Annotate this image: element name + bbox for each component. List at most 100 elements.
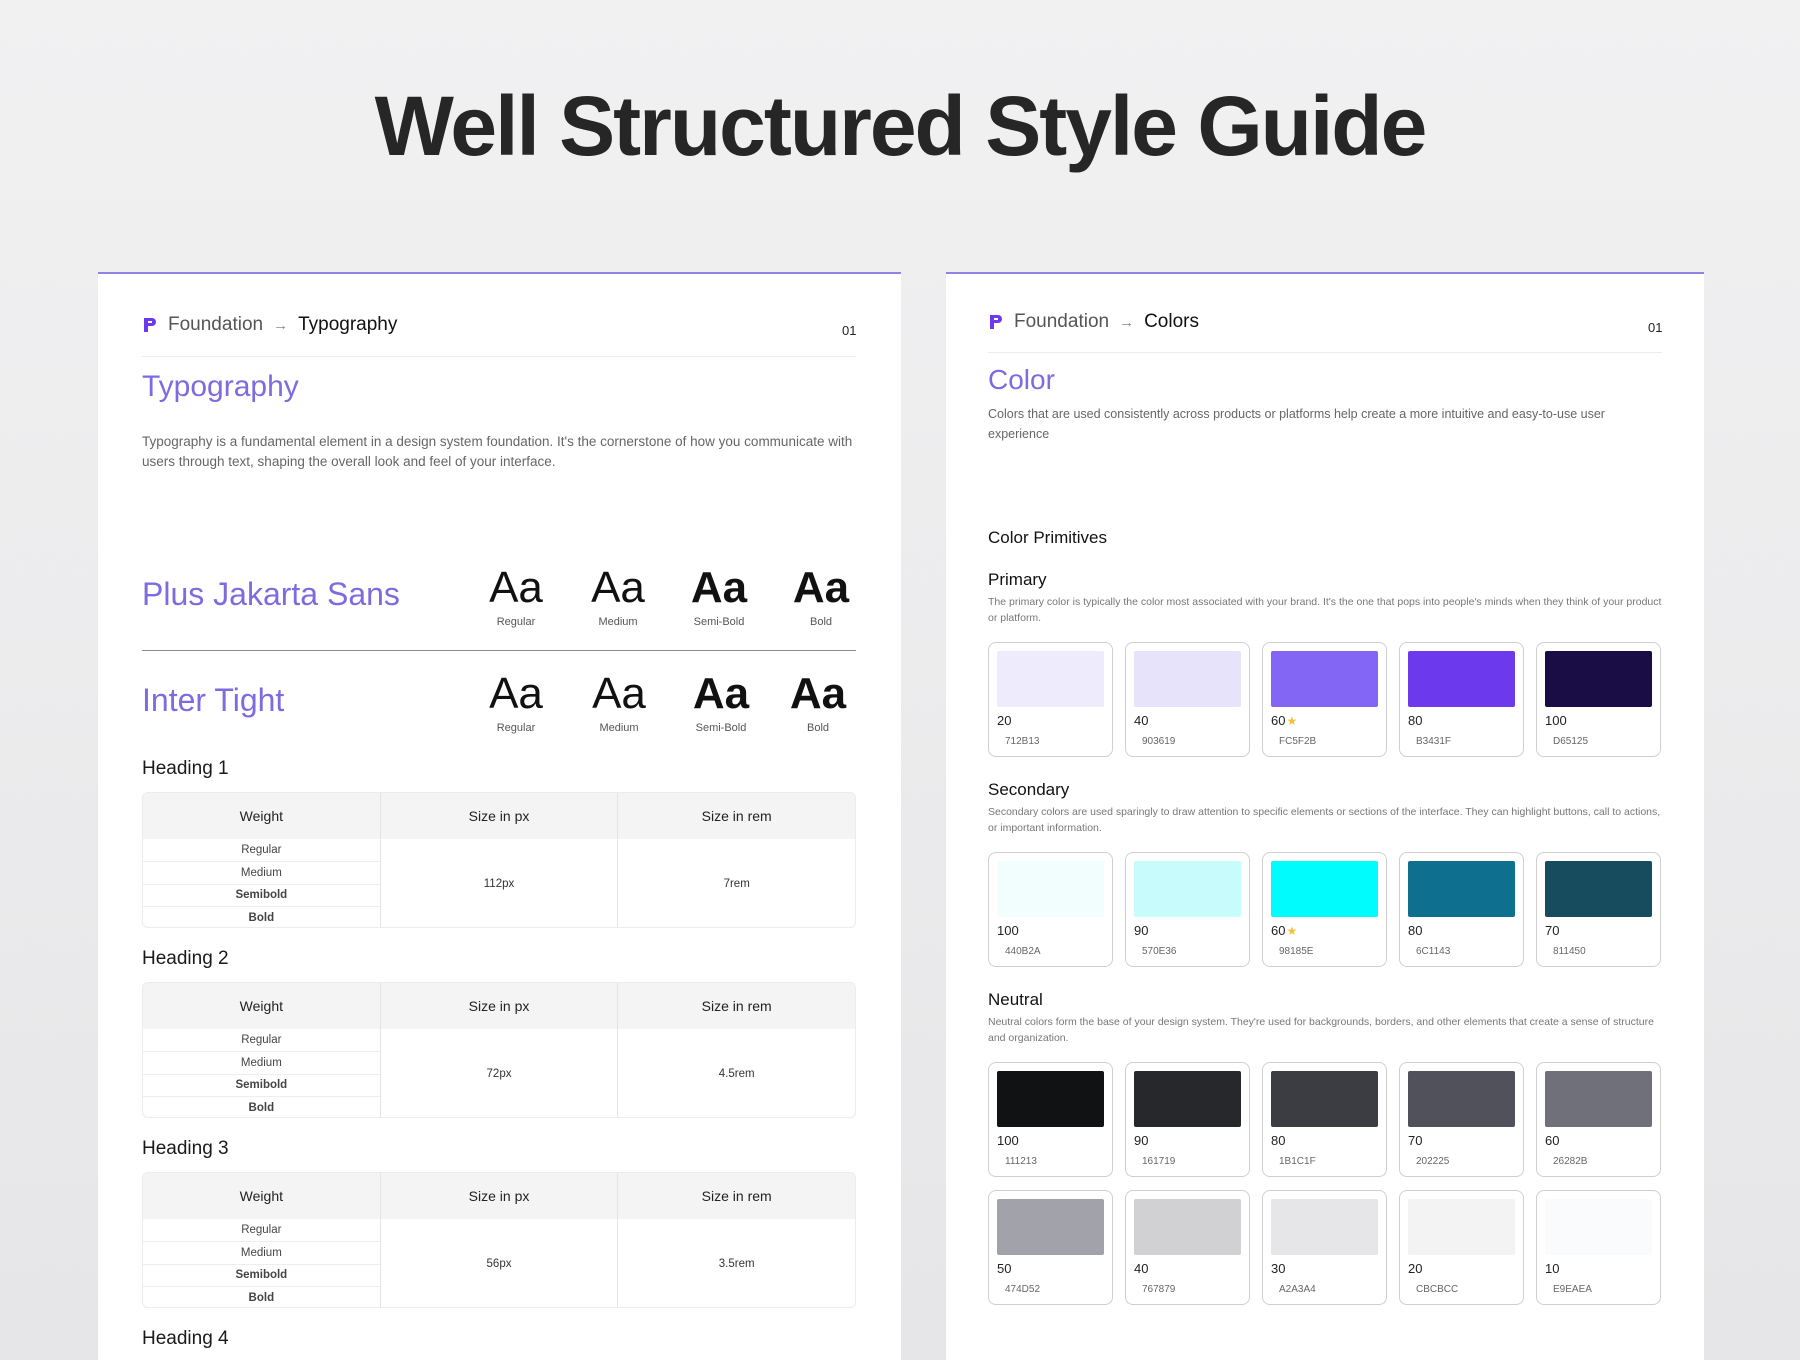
column-header-px: Size in px xyxy=(381,793,619,839)
font-sample-semibold: Aa Semi-Bold xyxy=(676,669,766,735)
font-sample-regular: Aa Regular xyxy=(471,670,561,735)
font-family-name: Plus Jakarta Sans xyxy=(142,576,400,612)
color-swatch[interactable]: 80 B3431F xyxy=(1399,642,1524,757)
color-level: 70 xyxy=(1408,1133,1422,1148)
color-swatch[interactable]: 100 111213 xyxy=(988,1062,1113,1177)
color-swatch[interactable]: 60★ FC5F2B xyxy=(1262,642,1387,757)
color-chip xyxy=(1545,861,1652,917)
color-swatch[interactable]: 20 712B13 xyxy=(988,642,1113,757)
star-icon: ★ xyxy=(1286,924,1298,938)
weight-cell: Regular xyxy=(241,1223,282,1236)
color-level: 90 xyxy=(1134,923,1148,938)
weight-cell: Semibold xyxy=(143,883,380,907)
brand-logo-icon xyxy=(990,315,1002,329)
color-level-label: 40 xyxy=(1134,1261,1149,1276)
color-level-label: 30 xyxy=(1271,1261,1286,1276)
color-level: 20 xyxy=(1408,1261,1422,1276)
size-px-cell: 112px xyxy=(483,878,515,890)
color-hex: A2A3A4 xyxy=(1279,1284,1316,1295)
color-level-label: 90 xyxy=(1134,1133,1149,1148)
color-hex: 440B2A xyxy=(1005,946,1041,957)
color-hex: 767879 xyxy=(1142,1284,1176,1295)
font-sample-glyph: Aa xyxy=(690,563,748,612)
breadcrumb-parent[interactable]: Foundation xyxy=(168,314,263,336)
color-swatch[interactable]: 90 570E36 xyxy=(1125,852,1250,967)
color-swatch[interactable]: 80 6C1143 xyxy=(1399,852,1524,967)
color-swatch[interactable]: 90 161719 xyxy=(1125,1062,1250,1177)
color-chip xyxy=(1545,651,1652,707)
color-hex: D65125 xyxy=(1553,736,1589,747)
color-swatch[interactable]: 50 474D52 xyxy=(988,1190,1113,1305)
color-hex: 6C1143 xyxy=(1416,946,1451,957)
table-header: Weight Size in px Size in rem xyxy=(143,983,855,1029)
color-chip xyxy=(997,1071,1104,1127)
color-level: 70 xyxy=(1545,923,1559,938)
heading-spec-table: Weight Size in px Size in rem Regular Me… xyxy=(142,1172,856,1308)
star-icon: ★ xyxy=(1286,714,1298,728)
color-swatch[interactable]: 30 A2A3A4 xyxy=(1262,1190,1387,1305)
color-hex: 712B13 xyxy=(1005,736,1040,747)
column-header-px: Size in px xyxy=(381,1173,619,1219)
group-description: Secondary colors are used sparingly to d… xyxy=(988,806,1661,834)
color-swatch[interactable]: 10 E9EAEA xyxy=(1536,1190,1661,1305)
color-level-label: 80 xyxy=(1408,923,1423,938)
color-swatch[interactable]: 70 811450 xyxy=(1536,852,1661,967)
color-level: 40 xyxy=(1134,713,1148,728)
heading-label: Heading 1 xyxy=(142,758,229,779)
font-sample-bold: Aa Bold xyxy=(776,564,866,629)
color-chip xyxy=(1134,651,1241,707)
color-chip xyxy=(1408,1071,1515,1127)
weight-cell: Bold xyxy=(143,1096,380,1117)
weight-cell: Bold xyxy=(143,906,380,927)
color-level-label: 80 xyxy=(1408,713,1423,728)
column-header-rem: Size in rem xyxy=(701,808,772,824)
size-rem-cell: 4.5rem xyxy=(718,1068,755,1080)
group-description: Neutral colors form the base of your des… xyxy=(988,1016,1654,1044)
color-swatch[interactable]: 40 767879 xyxy=(1125,1190,1250,1305)
color-level: 60 xyxy=(1545,1133,1559,1148)
color-level: 40 xyxy=(1134,1261,1148,1276)
color-swatch[interactable]: 100 440B2A xyxy=(988,852,1113,967)
color-level: 80 xyxy=(1271,1133,1285,1148)
font-sample-bold: Aa Bold xyxy=(773,670,863,735)
divider xyxy=(988,352,1662,353)
font-family-row: Plus Jakarta Sans Aa Regular Aa Medium A… xyxy=(142,564,856,634)
color-chip xyxy=(1134,1199,1241,1255)
column-header-rem: Size in rem xyxy=(701,998,772,1014)
column-header-weight: Weight xyxy=(143,983,381,1029)
size-px-cell: 72px xyxy=(486,1068,512,1080)
color-primitives-label: Color Primitives xyxy=(988,528,1108,547)
color-level-label: 10 xyxy=(1545,1261,1560,1276)
color-level: 80 xyxy=(1408,923,1422,938)
breadcrumb-parent[interactable]: Foundation xyxy=(1014,311,1109,333)
weight-cell: Regular xyxy=(241,1033,282,1046)
color-swatch[interactable]: 70 202225 xyxy=(1399,1062,1524,1177)
color-swatch[interactable]: 100 D65125 xyxy=(1536,642,1661,757)
color-hex: FC5F2B xyxy=(1279,736,1317,747)
group-title-secondary: Secondary xyxy=(988,780,1070,799)
color-level-label: 20 xyxy=(1408,1261,1423,1276)
color-level: 60★ xyxy=(1271,713,1297,728)
color-chip xyxy=(1545,1199,1652,1255)
font-sample-glyph: Aa xyxy=(591,563,645,612)
font-family-name: Inter Tight xyxy=(142,682,285,718)
font-sample-glyph: Aa xyxy=(489,563,543,612)
table-header: Weight Size in px Size in rem xyxy=(143,1173,855,1219)
font-sample-regular: Aa Regular xyxy=(471,563,561,629)
color-swatch[interactable]: 60★ 98185E xyxy=(1262,852,1387,967)
color-hex: 903619 xyxy=(1142,736,1176,747)
arrow-right-icon: → xyxy=(273,316,289,334)
color-swatch[interactable]: 40 903619 xyxy=(1125,642,1250,757)
color-chip xyxy=(1408,651,1515,707)
color-swatch[interactable]: 20 CBCBCC xyxy=(1399,1190,1524,1305)
color-hex: 1B1C1F xyxy=(1279,1156,1316,1167)
heading-spec-table: Weight Size in px Size in rem Regular Me… xyxy=(142,792,856,928)
breadcrumb: Foundation → Colors xyxy=(988,311,1199,333)
color-swatch[interactable]: 60 26282B xyxy=(1536,1062,1661,1177)
color-hex: 111213 xyxy=(1005,1156,1037,1167)
section-description: Typography is a fundamental element in a… xyxy=(142,434,853,469)
color-chip xyxy=(1408,1199,1515,1255)
color-swatch[interactable]: 80 1B1C1F xyxy=(1262,1062,1387,1177)
color-chip xyxy=(1408,861,1515,917)
font-sample-glyph: Aa xyxy=(692,669,750,718)
